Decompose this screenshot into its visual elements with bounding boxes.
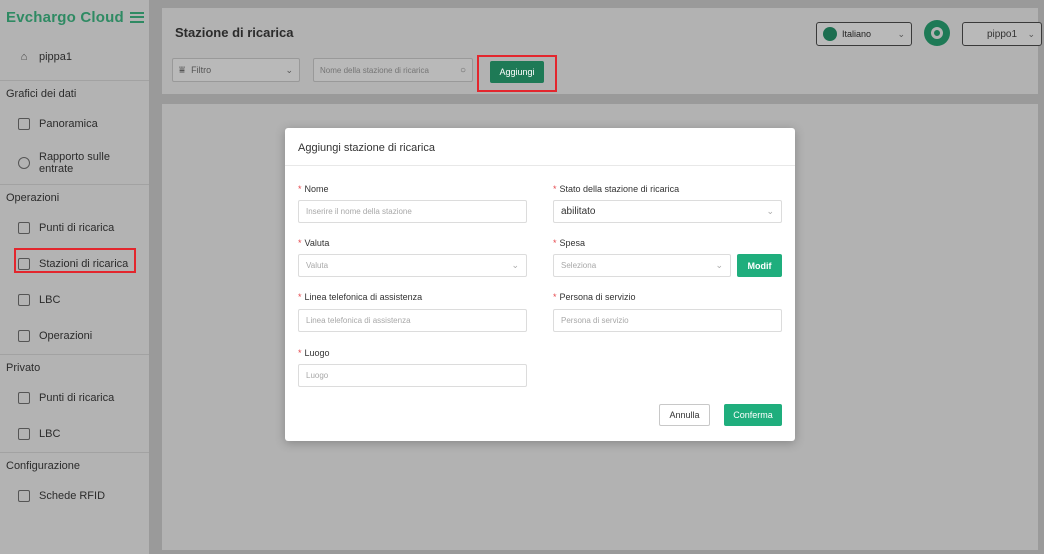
cancel-button[interactable]: Annulla: [659, 404, 710, 426]
add-station-modal: Aggiungi stazione di ricarica * Nome Inse…: [285, 128, 795, 441]
stato-label: * Stato della stazione di ricarica: [553, 184, 680, 194]
luogo-input[interactable]: Luogo: [298, 364, 527, 387]
modify-spesa-button[interactable]: Modif: [737, 254, 782, 277]
sidebar-item-stazioni-ricarica[interactable]: Stazioni di ricarica: [0, 246, 149, 282]
chevron-down-icon: ⌄: [511, 260, 519, 270]
user-menu[interactable]: pippo1 ⌄: [962, 22, 1042, 46]
chart-icon: [18, 118, 30, 130]
stato-select[interactable]: abilitato ⌄: [553, 200, 782, 223]
sidebar-item-lbc[interactable]: LBC: [0, 282, 149, 318]
building-icon: ⌂: [20, 51, 28, 63]
charger-icon: [18, 222, 30, 234]
logo-row: Evchargo Cloud: [0, 0, 149, 34]
sidebar-item-label: Schede RFID: [39, 490, 106, 502]
persona-input[interactable]: Persona di servizio: [553, 309, 782, 332]
station-icon: [18, 258, 30, 270]
modal-divider: [285, 165, 795, 166]
spesa-label: * Spesa: [553, 238, 586, 248]
spesa-select[interactable]: Seleziona ⌄: [553, 254, 731, 277]
username-label: pippo1: [987, 28, 1018, 40]
valuta-label: * Valuta: [298, 238, 330, 248]
valuta-select[interactable]: Valuta ⌄: [298, 254, 527, 277]
persona-label: * Persona di servizio: [553, 292, 636, 302]
chevron-down-icon: ⌄: [897, 28, 905, 39]
sidebar-item-label: LBC: [39, 294, 61, 306]
nome-label: * Nome: [298, 184, 329, 194]
language-label: Italiano: [842, 29, 872, 39]
sidebar: Evchargo Cloud ⌂ pippa1 Grafici dei dati…: [0, 0, 149, 554]
card-icon: [18, 490, 30, 502]
page-title: Stazione di ricarica: [175, 25, 294, 40]
clock-icon: [18, 157, 30, 169]
sidebar-group-grafici: Grafici dei dati: [0, 80, 149, 106]
chevron-down-icon: ⌄: [1027, 28, 1035, 39]
nome-input[interactable]: Inserire il nome della stazione: [298, 200, 527, 223]
add-button[interactable]: Aggiungi: [490, 61, 544, 83]
linea-label: * Linea telefonica di assistenza: [298, 292, 423, 302]
sidebar-item-label: Operazioni: [39, 330, 93, 342]
sidebar-item-label: Punti di ricarica: [39, 222, 115, 234]
language-select[interactable]: Italiano ⌄: [816, 22, 912, 46]
search-input[interactable]: [320, 65, 440, 75]
app-logo: Evchargo Cloud: [6, 8, 124, 26]
sidebar-item-privato-lbc[interactable]: LBC: [0, 416, 149, 452]
globe-icon: [823, 27, 837, 41]
sidebar-user-label: pippa1: [39, 51, 73, 63]
filter-icon: ⩸: [179, 64, 186, 76]
search-box[interactable]: ○: [313, 58, 473, 82]
sidebar-item-operazioni[interactable]: Operazioni: [0, 318, 149, 354]
sidebar-item-label: Stazioni di ricarica: [39, 258, 129, 270]
filter-label: Filtro: [191, 65, 212, 75]
filter-dropdown[interactable]: ⩸ Filtro ⌄: [172, 58, 300, 82]
sidebar-item-label: Panoramica: [39, 118, 98, 130]
database-icon: [18, 428, 30, 440]
charger-icon: [18, 392, 30, 404]
linea-input[interactable]: Linea telefonica di assistenza: [298, 309, 527, 332]
chevron-down-icon: ⌄: [285, 64, 293, 75]
search-icon[interactable]: ○: [460, 65, 466, 76]
avatar[interactable]: [924, 20, 950, 46]
sidebar-group-privato: Privato: [0, 354, 149, 380]
sidebar-item-rapporto[interactable]: Rapporto sulle entrate: [0, 142, 149, 184]
page-header: Stazione di ricarica ⩸ Filtro ⌄ ○ Aggiun…: [162, 8, 1042, 94]
sidebar-item-label: Punti di ricarica: [39, 392, 115, 404]
chevron-down-icon: ⌄: [715, 260, 723, 270]
sidebar-user[interactable]: ⌂ pippa1: [0, 34, 149, 80]
chevron-down-icon: ⌄: [766, 206, 774, 216]
sidebar-item-label: LBC: [39, 428, 61, 440]
list-icon: [18, 330, 30, 342]
sidebar-item-privato-punti[interactable]: Punti di ricarica: [0, 380, 149, 416]
database-icon: [18, 294, 30, 306]
sidebar-item-panoramica[interactable]: Panoramica: [0, 106, 149, 142]
sidebar-group-configurazione: Configurazione: [0, 452, 149, 478]
sidebar-item-schede-rfid[interactable]: Schede RFID: [0, 478, 149, 514]
confirm-button[interactable]: Conferma: [724, 404, 782, 426]
sidebar-group-operazioni: Operazioni: [0, 184, 149, 210]
menu-toggle-icon[interactable]: [129, 11, 144, 23]
modal-title: Aggiungi stazione di ricarica: [298, 142, 435, 154]
sidebar-item-punti-ricarica[interactable]: Punti di ricarica: [0, 210, 149, 246]
sidebar-item-label: Rapporto sulle entrate: [39, 151, 110, 175]
luogo-label: * Luogo: [298, 348, 330, 358]
